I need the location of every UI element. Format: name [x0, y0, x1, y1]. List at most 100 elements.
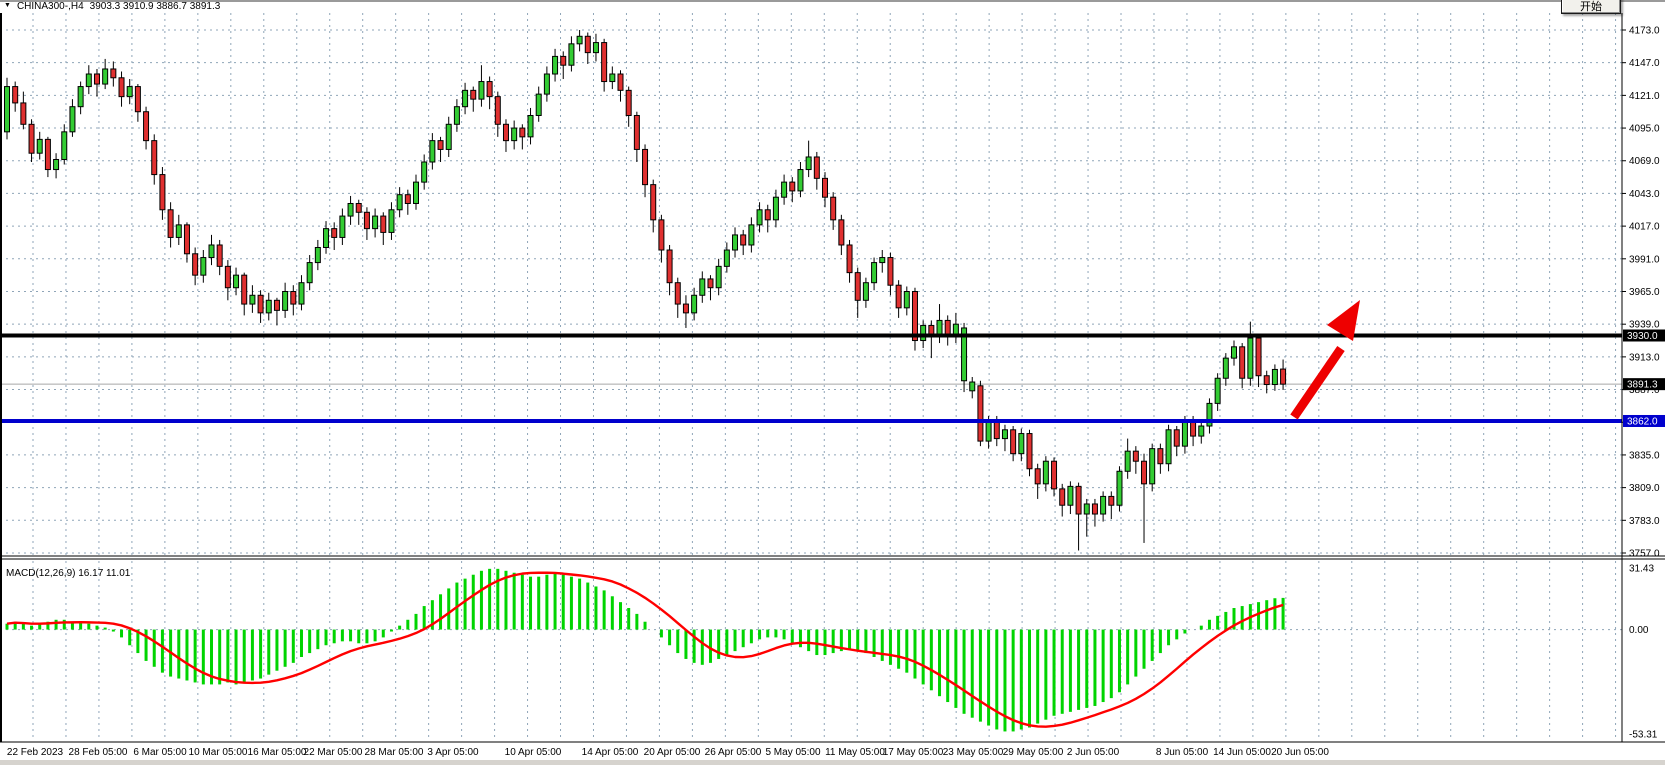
- candle-body: [495, 97, 500, 125]
- candle-body: [1002, 430, 1007, 439]
- macd-histogram-bar: [1110, 630, 1113, 699]
- chart-window: ▼ CHINA300-,H4 3903.3 3910.9 3886.7 3891…: [0, 0, 1665, 765]
- trend-arrow[interactable]: [1294, 300, 1360, 417]
- time-tick-label: 6 Mar 05:00: [133, 747, 187, 758]
- macd-histogram-bar: [824, 630, 827, 655]
- candle-body: [831, 197, 836, 220]
- price-tick-label: 4095.0: [1629, 124, 1660, 135]
- macd-histogram-bar: [202, 630, 205, 685]
- macd-histogram-bar: [1224, 612, 1227, 630]
- candle-body: [405, 195, 410, 204]
- candle-body: [389, 210, 394, 233]
- macd-histogram-bar: [480, 571, 483, 630]
- macd-indicator[interactable]: [6, 569, 1285, 732]
- macd-histogram-bar: [578, 579, 581, 630]
- macd-histogram-bar: [930, 630, 933, 691]
- macd-histogram-bar: [717, 630, 720, 659]
- candle-body: [1019, 434, 1024, 454]
- candle-body: [258, 295, 263, 313]
- candle-body: [340, 216, 345, 237]
- candle-body: [814, 157, 819, 178]
- candle-body: [798, 170, 803, 191]
- macd-histogram-bar: [128, 630, 131, 646]
- resistance-line-label: 3930.0: [1627, 331, 1658, 342]
- candle-body: [994, 421, 999, 439]
- candle-body: [520, 128, 525, 137]
- macd-histogram-bar: [954, 630, 957, 708]
- macd-histogram-bar: [365, 630, 368, 644]
- candle-body: [553, 56, 558, 74]
- macd-histogram-bar: [1134, 630, 1137, 677]
- time-tick-label: 2 Jun 05:00: [1067, 747, 1120, 758]
- macd-histogram-bar: [382, 630, 385, 638]
- macd-histogram-bar: [570, 577, 573, 630]
- macd-histogram-bar: [750, 630, 753, 644]
- price-tick-label: 3809.0: [1629, 483, 1660, 494]
- symbol-timeframe-label: CHINA300-,H4: [17, 1, 84, 12]
- macd-histogram-bar: [537, 577, 540, 630]
- candle-body: [70, 107, 75, 132]
- candle-body: [209, 245, 214, 258]
- candle-body: [356, 203, 361, 212]
- candle-body: [724, 250, 729, 266]
- macd-histogram-bar: [112, 630, 115, 632]
- macd-histogram-bar: [1241, 606, 1244, 630]
- macd-histogram-bar: [1044, 630, 1047, 720]
- candle-body: [823, 178, 828, 197]
- price-axis[interactable]: 4173.04147.04121.04095.04069.04043.04017…: [1622, 26, 1665, 560]
- time-tick-label: 5 May 05:00: [765, 747, 820, 758]
- macd-histogram-bar: [464, 579, 467, 630]
- candle-body: [250, 295, 255, 304]
- price-chart-canvas[interactable]: 4173.04147.04121.04095.04069.04043.04017…: [0, 0, 1665, 765]
- candle-body: [119, 78, 124, 97]
- price-tick-label: 4121.0: [1629, 91, 1660, 102]
- candle-body: [1142, 461, 1147, 484]
- candle-body: [29, 124, 34, 153]
- macd-histogram-bar: [774, 630, 777, 638]
- candle-body: [1027, 434, 1032, 469]
- macd-histogram-bar: [390, 630, 393, 632]
- candle-body: [970, 382, 975, 391]
- macd-histogram-bar: [439, 594, 442, 629]
- candle-body: [1174, 430, 1179, 446]
- candle-body: [1011, 430, 1016, 454]
- start-button[interactable]: 开始: [1561, 0, 1621, 14]
- symbol-dropdown-icon[interactable]: ▼: [4, 1, 11, 11]
- candle-body: [201, 258, 206, 276]
- candle-body: [422, 162, 427, 182]
- candle-body: [986, 421, 991, 441]
- macd-histogram-bar: [308, 630, 311, 654]
- candle-body: [135, 87, 140, 112]
- macd-histogram-bar: [979, 630, 982, 722]
- candle-body: [912, 291, 917, 340]
- candle-body: [1043, 461, 1048, 484]
- macd-histogram-bar: [897, 630, 900, 669]
- candle-body: [414, 182, 419, 203]
- time-tick-label: 14 Jun 05:00: [1213, 747, 1271, 758]
- macd-histogram-bar: [660, 630, 663, 638]
- candle-body: [577, 36, 582, 44]
- macd-histogram-bar: [267, 630, 270, 675]
- candle-body: [1109, 496, 1114, 505]
- macd-histogram-bar: [889, 630, 892, 665]
- macd-histogram-bar: [734, 630, 737, 652]
- candle-body: [160, 175, 165, 210]
- macd-histogram-bar: [398, 626, 401, 630]
- candle-body: [54, 159, 59, 169]
- candlestick-series[interactable]: [5, 30, 1286, 550]
- macd-histogram-bar: [1167, 630, 1170, 646]
- macd-signal-line: [7, 573, 1283, 727]
- macd-histogram-bar: [1159, 630, 1162, 654]
- candle-body: [1035, 469, 1040, 484]
- candle-body: [13, 87, 18, 103]
- candle-body: [111, 69, 116, 78]
- macd-histogram-bar: [807, 630, 810, 652]
- macd-histogram-bar: [357, 630, 360, 644]
- time-axis[interactable]: 22 Feb 202328 Feb 05:006 Mar 05:0010 Mar…: [7, 747, 1329, 758]
- macd-histogram-bar: [791, 630, 794, 644]
- macd-histogram-bar: [864, 630, 867, 654]
- candle-body: [45, 139, 50, 169]
- candle-body: [692, 295, 697, 313]
- macd-histogram-bar: [55, 620, 58, 630]
- candle-body: [1256, 338, 1261, 376]
